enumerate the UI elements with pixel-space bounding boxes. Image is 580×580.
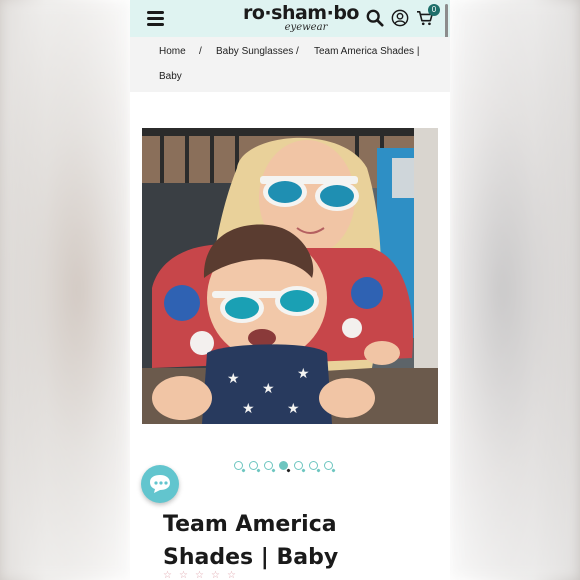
carousel-dots bbox=[234, 461, 333, 471]
svg-text:★: ★ bbox=[242, 401, 255, 417]
breadcrumb-current: Team America Shades | bbox=[314, 46, 420, 57]
carousel-dot[interactable] bbox=[294, 461, 303, 470]
brand-logo[interactable]: ro·sham·bo eyewear bbox=[243, 2, 359, 33]
search-icon[interactable] bbox=[366, 9, 384, 27]
breadcrumb-separator: / bbox=[296, 46, 299, 57]
product-image[interactable]: ★ ★ ★ ★ ★ bbox=[142, 128, 438, 424]
user-icon[interactable] bbox=[391, 9, 409, 27]
mobile-page: ro·sham·bo eyewear 0 Home / Baby Sunglas… bbox=[130, 0, 450, 580]
star-icon: ☆ bbox=[195, 570, 204, 580]
background-blur-left bbox=[0, 0, 130, 580]
breadcrumb-current-continued: Baby bbox=[159, 71, 182, 82]
rating-stars[interactable]: ☆ ☆ ☆ ☆ ☆ bbox=[163, 571, 237, 580]
svg-text:★: ★ bbox=[262, 381, 275, 397]
background-blur-right bbox=[450, 0, 580, 580]
breadcrumb-separator: / bbox=[199, 46, 202, 57]
svg-text:★: ★ bbox=[287, 401, 300, 417]
star-icon: ☆ bbox=[179, 570, 188, 580]
site-header: ro·sham·bo eyewear 0 bbox=[130, 0, 450, 37]
carousel-dot[interactable] bbox=[234, 461, 243, 470]
carousel-dot[interactable] bbox=[309, 461, 318, 470]
carousel-dot-active[interactable] bbox=[279, 461, 288, 470]
breadcrumb-home-link[interactable]: Home bbox=[159, 46, 186, 57]
cart-count-badge: 0 bbox=[428, 4, 440, 16]
star-icon: ☆ bbox=[227, 570, 236, 580]
chat-icon bbox=[150, 475, 170, 493]
star-icon: ☆ bbox=[163, 570, 172, 580]
svg-text:★: ★ bbox=[297, 366, 310, 382]
product-title: Team America Shades | Baby bbox=[163, 512, 339, 570]
breadcrumb: Home / Baby Sunglasses / Team America Sh… bbox=[130, 37, 450, 92]
logo-main-text: ro·sham·bo bbox=[243, 2, 359, 24]
chat-button[interactable] bbox=[141, 465, 179, 503]
breadcrumb-category-link[interactable]: Baby Sunglasses bbox=[216, 46, 293, 57]
carousel-dot[interactable] bbox=[264, 461, 273, 470]
svg-text:★: ★ bbox=[227, 371, 240, 387]
menu-icon[interactable] bbox=[147, 11, 164, 26]
carousel-dot[interactable] bbox=[324, 461, 333, 470]
carousel-dot[interactable] bbox=[249, 461, 258, 470]
logo-sub-text: eyewear bbox=[284, 22, 328, 33]
star-icon: ☆ bbox=[211, 570, 220, 580]
